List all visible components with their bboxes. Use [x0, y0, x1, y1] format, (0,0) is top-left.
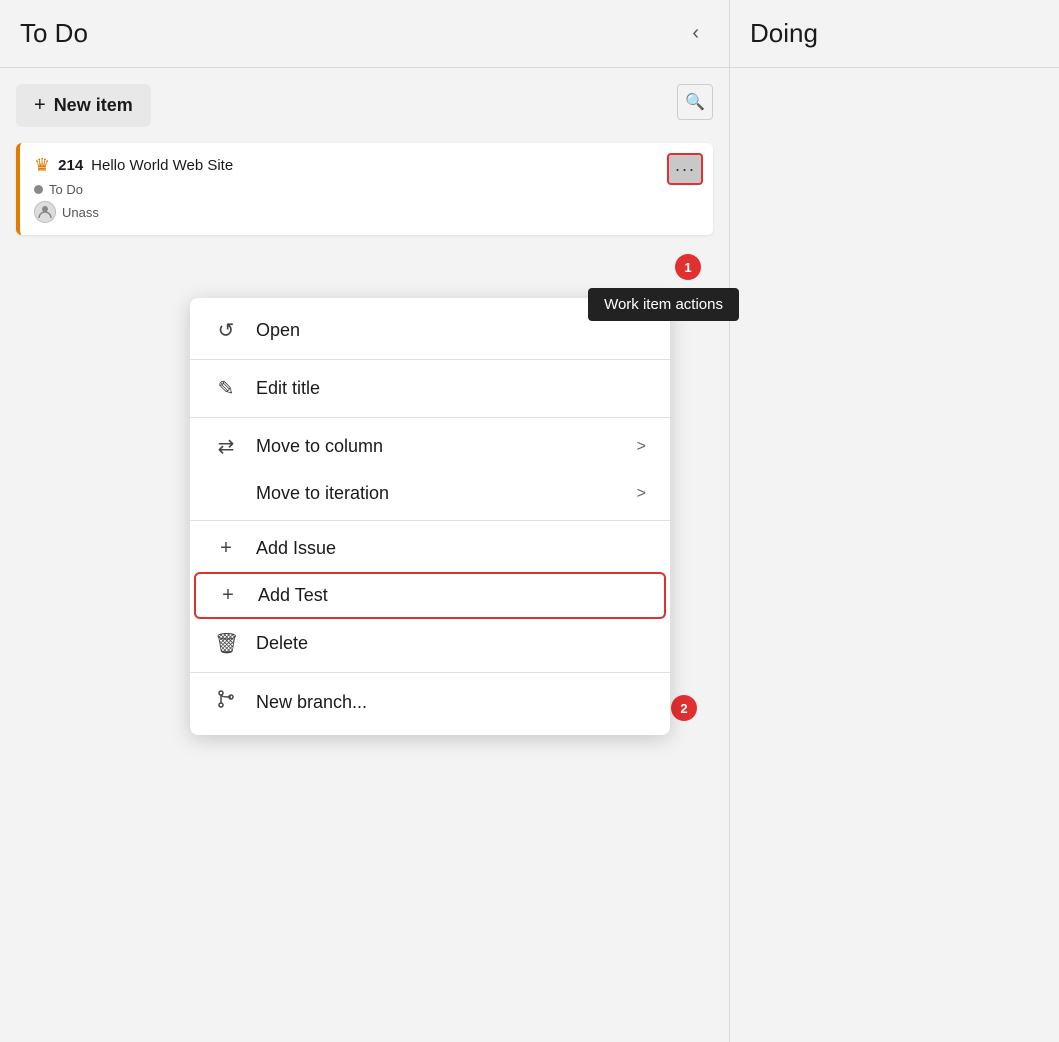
- add-issue-label: Add Issue: [256, 538, 646, 559]
- delete-label: Delete: [256, 633, 646, 654]
- new-item-label: New item: [54, 95, 133, 116]
- menu-item-add-issue[interactable]: + Add Issue: [190, 525, 670, 572]
- card-top: ♛ 214 Hello World Web Site: [34, 155, 699, 176]
- chevron-right-icon-2: >: [637, 485, 646, 503]
- delete-icon: 🗑: [214, 631, 238, 656]
- card-assignee: Unass: [34, 201, 699, 223]
- todo-header: To Do ‹: [0, 0, 729, 68]
- add-test-icon: +: [216, 584, 240, 607]
- edit-title-label: Edit title: [256, 378, 646, 399]
- column-todo: To Do ‹ + New item 🔍 1 ♛ 214 Hello World…: [0, 0, 730, 1042]
- new-item-button[interactable]: + New item: [16, 84, 151, 127]
- column-doing: Doing: [730, 0, 1059, 1042]
- doing-header: Doing: [730, 0, 1059, 68]
- assignee-label: Unass: [62, 205, 99, 220]
- move-iteration-label: Move to iteration: [256, 483, 619, 504]
- status-label: To Do: [49, 182, 83, 197]
- divider-3: [190, 520, 670, 521]
- divider-2: [190, 417, 670, 418]
- menu-item-new-branch[interactable]: New branch...: [190, 677, 670, 727]
- work-item-card: ♛ 214 Hello World Web Site To Do: [16, 143, 713, 235]
- badge-1: 1: [675, 254, 701, 280]
- card-status: To Do: [34, 182, 699, 197]
- item-number: 214: [58, 157, 83, 174]
- board: To Do ‹ + New item 🔍 1 ♛ 214 Hello World…: [0, 0, 1059, 1042]
- move-column-label: Move to column: [256, 436, 619, 457]
- add-issue-icon: +: [214, 537, 238, 560]
- open-label: Open: [256, 320, 646, 341]
- edit-icon: ✎: [214, 376, 238, 401]
- crown-icon: ♛: [34, 155, 50, 176]
- branch-icon: [214, 689, 238, 715]
- badge-2: 2: [671, 695, 697, 721]
- new-branch-label: New branch...: [256, 692, 646, 713]
- nav-back-button[interactable]: ‹: [682, 18, 709, 49]
- chevron-right-icon: >: [637, 438, 646, 456]
- open-icon: ↺: [214, 318, 238, 343]
- plus-icon: +: [34, 94, 46, 117]
- search-icon: 🔍: [685, 92, 705, 112]
- menu-item-move-iteration[interactable]: Move to iteration >: [190, 471, 670, 516]
- menu-item-add-test[interactable]: + Add Test: [194, 572, 666, 619]
- menu-item-edit-title[interactable]: ✎ Edit title: [190, 364, 670, 413]
- context-menu: ↺ Open ✎ Edit title ⇄ Move to column >: [190, 298, 670, 735]
- move-column-icon: ⇄: [214, 434, 238, 459]
- status-dot-icon: [34, 185, 43, 194]
- todo-body: + New item 🔍 1 ♛ 214 Hello World Web Sit…: [0, 68, 729, 251]
- assignee-avatar: [34, 201, 56, 223]
- divider-4: [190, 672, 670, 673]
- search-button[interactable]: 🔍: [677, 84, 713, 120]
- doing-title: Doing: [750, 18, 818, 49]
- todo-title: To Do: [20, 18, 682, 49]
- three-dots-button[interactable]: ···: [667, 153, 703, 185]
- add-test-label: Add Test: [258, 585, 644, 606]
- item-title: Hello World Web Site: [91, 157, 233, 174]
- menu-item-move-column[interactable]: ⇄ Move to column >: [190, 422, 670, 471]
- divider-1: [190, 359, 670, 360]
- work-item-actions-tooltip: Work item actions: [588, 288, 739, 321]
- menu-item-delete[interactable]: 🗑 Delete: [190, 619, 670, 668]
